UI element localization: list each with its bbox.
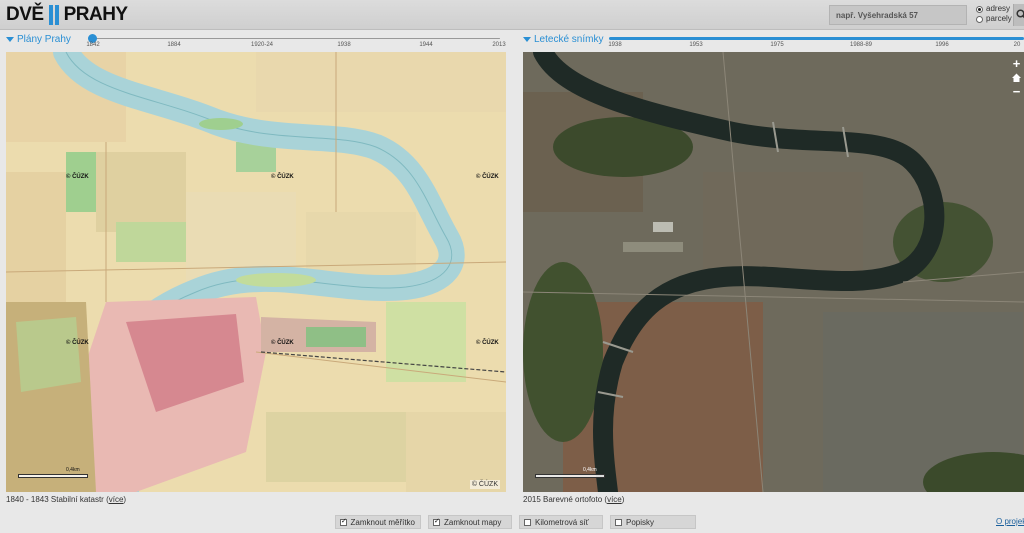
right-panel-title-text: Letecké snímky (534, 34, 604, 45)
left-caption-end: ) (123, 495, 127, 504)
labels-checkbox[interactable] (615, 518, 622, 526)
right-more-link[interactable]: více (607, 495, 622, 504)
radio-button-parcely[interactable] (976, 15, 983, 23)
km-grid-label: Kilometrová síť (535, 517, 589, 527)
left-more-link[interactable]: více (109, 495, 124, 504)
timeline-year[interactable]: 1920-24 (251, 42, 273, 48)
aerial-map-view[interactable]: + − 0,4km (523, 52, 1024, 492)
timeline-year[interactable]: 1988-89 (850, 42, 872, 48)
zoom-in-button[interactable]: + (1013, 57, 1021, 70)
map-copyright: © ČÚZK (469, 480, 500, 489)
km-grid-checkbox[interactable] (524, 518, 531, 526)
search-type-radio-group: adresy parcely (976, 4, 1012, 24)
lock-scale-toggle[interactable]: Zamknout měřítko (335, 515, 421, 529)
radio-option-adresy[interactable]: adresy (976, 4, 1012, 14)
scale-bar (18, 474, 88, 478)
right-map-caption: 2015 Barevné ortofoto (více) (523, 495, 624, 504)
home-icon[interactable] (1011, 72, 1022, 83)
radio-label-parcely: parcely (986, 14, 1012, 23)
lock-maps-label: Zamknout mapy (444, 517, 502, 527)
right-timeline-slider[interactable]: 1938 1953 1975 1988-89 1996 20 (608, 31, 1024, 51)
left-caption-text: 1840 - 1843 Stabilní katastr ( (6, 495, 109, 504)
app-root: DVĚ PRAHY adresy parcely Plány Prah (0, 0, 1024, 533)
timeline-year[interactable]: 1944 (419, 42, 432, 48)
right-panel-header: Letecké snímky 1938 1953 1975 1988-89 19… (523, 31, 1024, 51)
right-panel-title[interactable]: Letecké snímky (523, 34, 603, 45)
timeline-year[interactable]: 20 (1014, 42, 1021, 48)
address-search-input[interactable] (829, 5, 967, 25)
left-panel-header: Plány Prahy 1842 1884 1920-24 1938 1944 … (6, 31, 508, 51)
collapse-triangle-icon (6, 37, 14, 42)
left-panel-title-text: Plány Prahy (17, 34, 71, 45)
lock-scale-label: Zamknout měřítko (350, 517, 415, 527)
cuzk-watermark: © ČÚZK (66, 340, 89, 346)
scale-label: 0,4km (583, 467, 597, 473)
cuzk-watermark: © ČÚZK (271, 340, 294, 346)
km-grid-toggle[interactable]: Kilometrová síť (519, 515, 603, 529)
lock-maps-toggle[interactable]: Zamknout mapy (428, 515, 512, 529)
timeline-year[interactable]: 1938 (337, 42, 350, 48)
historic-map-view[interactable]: © ČÚZK © ČÚZK © ČÚZK © ČÚZK © ČÚZK © ČÚZ… (6, 52, 506, 492)
timeline-year[interactable]: 1938 (608, 42, 621, 48)
timeline-year[interactable]: 1953 (689, 42, 702, 48)
magnifier-icon (1016, 9, 1024, 19)
bottom-toolbar: Zamknout měřítko Zamknout mapy Kilometro… (335, 515, 696, 529)
timeline-year[interactable]: 2013 (492, 42, 505, 48)
about-project-link[interactable]: O projek (996, 517, 1024, 526)
radio-option-parcely[interactable]: parcely (976, 14, 1012, 24)
timeline-track-filled (609, 37, 1024, 40)
cuzk-watermark: © ČÚZK (476, 340, 499, 346)
collapse-triangle-icon (523, 37, 531, 42)
cuzk-watermark: © ČÚZK (476, 174, 499, 180)
scale-label: 0,4km (66, 467, 80, 473)
historic-map-canvas (6, 52, 506, 492)
logo-word-left: DVĚ (6, 4, 44, 25)
aerial-map-canvas (523, 52, 1024, 492)
right-caption-text: 2015 Barevné ortofoto ( (523, 495, 608, 504)
left-timeline-slider[interactable]: 1842 1884 1920-24 1938 1944 2013 (86, 31, 506, 51)
radio-button-adresy[interactable] (976, 5, 983, 13)
left-panel-title[interactable]: Plány Prahy (6, 34, 71, 45)
right-caption-end: ) (621, 495, 625, 504)
zoom-out-button[interactable]: − (1013, 85, 1021, 98)
cuzk-watermark: © ČÚZK (66, 174, 89, 180)
lock-maps-checkbox[interactable] (433, 517, 440, 526)
timeline-year[interactable]: 1996 (935, 42, 948, 48)
timeline-year[interactable]: 1842 (86, 42, 99, 48)
radio-label-adresy: adresy (986, 4, 1011, 13)
labels-toggle[interactable]: Popisky (610, 515, 696, 529)
labels-label: Popisky (626, 517, 655, 527)
lock-scale-checkbox[interactable] (340, 517, 347, 526)
timeline-track (92, 38, 500, 39)
header-bar: DVĚ PRAHY adresy parcely (0, 0, 1024, 30)
search-button[interactable] (1013, 4, 1024, 26)
logo[interactable]: DVĚ PRAHY (6, 3, 128, 27)
map-controls: + − (1011, 57, 1022, 98)
logo-bars-icon (48, 5, 60, 25)
timeline-year[interactable]: 1975 (770, 42, 783, 48)
cuzk-watermark: © ČÚZK (271, 174, 294, 180)
left-map-caption: 1840 - 1843 Stabilní katastr (více) (6, 495, 126, 504)
logo-word-right: PRAHY (63, 4, 129, 25)
timeline-year[interactable]: 1884 (167, 42, 180, 48)
scale-bar (535, 474, 605, 478)
